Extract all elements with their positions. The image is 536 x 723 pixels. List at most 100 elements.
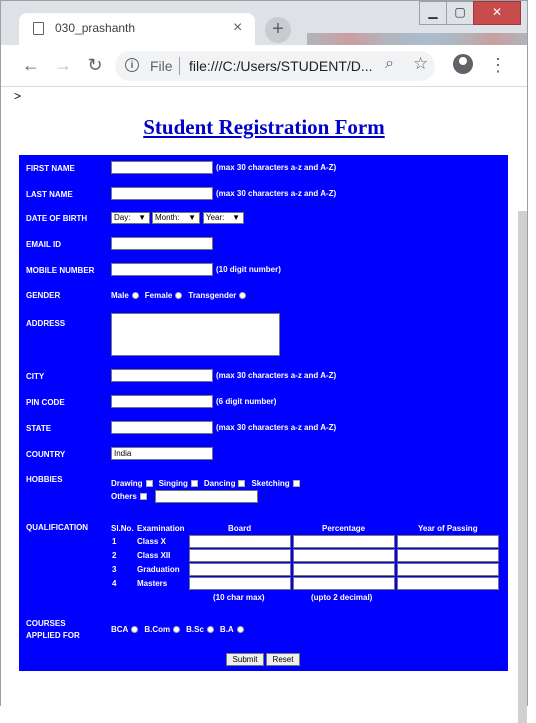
qual-year-input[interactable] (397, 535, 499, 548)
hobby-sketching-label: Sketching (251, 479, 290, 488)
address-bar[interactable]: i File file:///C:/Users/STUDENT/D... ⌕ ☆ (115, 51, 435, 81)
url-text[interactable]: file:///C:/Users/STUDENT/D... (189, 58, 373, 74)
city-input[interactable] (111, 369, 213, 382)
qual-board-input[interactable] (189, 563, 291, 576)
qual-board-input[interactable] (189, 549, 291, 562)
email-input[interactable] (111, 237, 213, 250)
qual-year-input[interactable] (397, 577, 499, 590)
dob-month-select[interactable]: Month: ▼ (152, 212, 200, 224)
qual-row-sl: 3 (112, 565, 117, 574)
tab-title: 030_prashanth (55, 21, 136, 35)
gender-label: GENDER (26, 291, 61, 300)
qual-percentage-input[interactable] (293, 549, 395, 562)
info-icon[interactable]: i (125, 58, 139, 72)
pin-input[interactable] (111, 395, 213, 408)
qual-board-input[interactable] (189, 535, 291, 548)
dob-year-select[interactable]: Year: ▼ (203, 212, 244, 224)
qual-row-sl: 1 (112, 537, 117, 546)
last-name-hint: (max 30 characters a-z and A-Z) (216, 189, 337, 198)
qual-year-input[interactable] (397, 563, 499, 576)
hobby-sketching-checkbox[interactable] (292, 480, 300, 488)
profile-avatar-icon[interactable] (453, 54, 473, 74)
qual-board-note: (10 char max) (213, 593, 265, 602)
dob-day-select[interactable]: Day: ▼ (111, 212, 150, 224)
scrollbar[interactable] (518, 211, 527, 723)
qual-header-board: Board (228, 524, 252, 533)
course-bsc-label: B.Sc (186, 625, 204, 634)
browser-menu-icon[interactable]: ⋮ (489, 53, 507, 77)
dob-label: DATE OF BIRTH (26, 214, 88, 223)
course-bcom-radio[interactable] (173, 626, 181, 634)
qual-percentage-input[interactable] (293, 577, 395, 590)
reset-button[interactable]: Reset (266, 653, 300, 666)
first-name-label: FIRST NAME (26, 164, 75, 173)
qual-board-input[interactable] (189, 577, 291, 590)
maximize-button[interactable]: ▢ (446, 1, 474, 25)
course-ba-radio[interactable] (236, 626, 244, 634)
hobby-dancing-label: Dancing (203, 479, 236, 488)
dropdown-arrow-icon: ▼ (138, 213, 146, 222)
hobby-others-checkbox[interactable] (139, 493, 147, 501)
qual-row-sl: 4 (112, 579, 117, 588)
close-window-button[interactable]: ✕ (473, 1, 521, 25)
hobby-drawing-checkbox[interactable] (145, 480, 153, 488)
last-name-label: LAST NAME (26, 190, 73, 199)
first-name-hint: (max 30 characters a-z and A-Z) (216, 163, 337, 172)
pin-label: PIN CODE (26, 398, 65, 407)
hobby-dancing-checkbox[interactable] (238, 480, 246, 488)
gender-male-label: Male (111, 291, 129, 300)
mobile-hint: (10 digit number) (216, 265, 281, 274)
browser-toolbar: ← → ↻ i File file:///C:/Users/STUDENT/D.… (1, 45, 527, 87)
reload-icon[interactable]: ↻ (83, 53, 107, 77)
gender-female-radio[interactable] (175, 292, 183, 300)
mobile-label: MOBILE NUMBER (26, 266, 95, 275)
hobby-others-label: Others (111, 492, 137, 501)
mobile-input[interactable] (111, 263, 213, 276)
bookmark-star-icon[interactable]: ☆ (413, 54, 428, 74)
course-bca-label: BCA (111, 625, 129, 634)
submit-button[interactable]: Submit (226, 653, 264, 666)
tab-close-icon[interactable]: × (233, 18, 242, 38)
zoom-icon[interactable]: ⌕ (385, 55, 394, 73)
qualification-label: QUALIFICATION (26, 523, 89, 532)
forward-arrow-icon[interactable]: → (51, 53, 75, 77)
gender-transgender-radio[interactable] (239, 292, 247, 300)
minimize-button[interactable]: ▁ (419, 1, 447, 25)
qual-row-exam: Class X (137, 537, 166, 546)
course-bca-radio[interactable] (131, 626, 139, 634)
address-textarea[interactable] (111, 313, 280, 356)
last-name-input[interactable] (111, 187, 213, 200)
city-label: CITY (26, 372, 45, 381)
hobby-others-input[interactable] (155, 490, 258, 503)
back-arrow-icon[interactable]: ← (19, 53, 43, 77)
hobbies-options: Drawing Singing Dancing Sketching (111, 479, 306, 488)
first-name-input[interactable] (111, 161, 213, 174)
qual-header-slno: Sl.No. (111, 524, 134, 533)
browser-tab[interactable]: 030_prashanth × (19, 13, 255, 45)
stray-text: > (14, 89, 22, 103)
page-content: > Student Registration Form FIRST NAME (… (1, 87, 527, 723)
qual-header-exam: Examination (137, 524, 185, 533)
gender-female-label: Female (144, 291, 173, 300)
qual-header-year: Year of Passing (418, 524, 478, 533)
email-label: EMAIL ID (26, 240, 61, 249)
courses-options: BCA B.Com B.Sc B.A (111, 625, 250, 634)
new-tab-button[interactable]: + (265, 17, 291, 43)
gender-transgender-label: Transgender (188, 291, 237, 300)
gender-male-radio[interactable] (131, 292, 139, 300)
qual-row-sl: 2 (112, 551, 117, 560)
qual-row-exam: Class XII (137, 551, 171, 560)
qual-year-input[interactable] (397, 549, 499, 562)
qual-percentage-input[interactable] (293, 535, 395, 548)
hobby-others-row: Others (111, 492, 150, 501)
hobby-singing-checkbox[interactable] (190, 480, 198, 488)
state-input[interactable] (111, 421, 213, 434)
qual-percentage-input[interactable] (293, 563, 395, 576)
dob-day-value: Day: (114, 213, 131, 222)
browser-window: 030_prashanth × + ▁ ▢ ✕ ← → ↻ i File fil… (0, 0, 528, 723)
address-label: ADDRESS (26, 319, 66, 328)
course-bsc-radio[interactable] (206, 626, 214, 634)
hobby-singing-label: Singing (158, 479, 188, 488)
page-favicon-icon (33, 22, 44, 35)
country-input[interactable]: India (111, 447, 213, 460)
